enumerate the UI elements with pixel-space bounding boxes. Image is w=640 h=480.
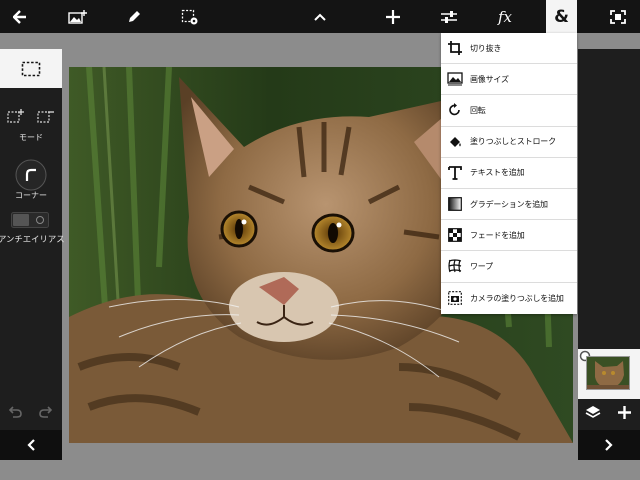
selection-settings-button[interactable]: [174, 0, 206, 33]
corner-button[interactable]: [15, 159, 47, 191]
marquee-tool-button[interactable]: [0, 49, 62, 88]
adjustments-button[interactable]: [433, 0, 465, 33]
mode-label: モード: [19, 133, 43, 142]
add-layer-button[interactable]: [614, 403, 634, 421]
rotate-icon: [447, 102, 463, 118]
menu-item-add-text[interactable]: テキストを追加: [441, 158, 577, 189]
menu-item-add-gradient[interactable]: グラデーションを追加: [441, 189, 577, 221]
menu-item-fill-stroke[interactable]: 塗りつぶしとストローク: [441, 127, 577, 158]
cat-thumbnail: [587, 357, 629, 389]
text-icon: [447, 165, 463, 181]
image-add-icon: [68, 9, 87, 24]
back-button[interactable]: [4, 0, 36, 33]
menu-item-label: グラデーションを追加: [470, 199, 548, 209]
fit-screen-button[interactable]: [602, 0, 634, 33]
menu-item-label: 塗りつぶしとストローク: [470, 137, 556, 147]
menu-item-camera-fill[interactable]: カメラの塗りつぶしを追加: [441, 283, 577, 314]
layers-icon: [585, 406, 601, 418]
menu-item-label: ワープ: [470, 261, 493, 271]
menu-item-label: 切り抜き: [470, 43, 502, 53]
antialias-toggle[interactable]: [11, 212, 49, 228]
right-layers-panel: [578, 49, 640, 460]
add-image-button[interactable]: [62, 0, 94, 33]
corner-icon: [15, 159, 47, 191]
arrow-left-icon: [13, 9, 26, 24]
more-tools-menu: 切り抜き 画像サイズ 回転 塗りつぶしとストローク テキストを追加 グラデーショ…: [441, 33, 577, 314]
left-tool-panel: モード コーナー アンチエイリアス: [0, 49, 65, 460]
chevron-up-icon: [314, 13, 326, 21]
fx-icon: fx: [497, 7, 512, 26]
menu-item-label: 画像サイズ: [470, 74, 509, 84]
selection-add-icon: [7, 109, 24, 123]
layers-button[interactable]: [583, 403, 603, 421]
image-size-icon: [447, 71, 463, 87]
menu-item-rotate[interactable]: 回転: [441, 95, 577, 127]
top-toolbar: fx &: [0, 0, 640, 33]
pencil-icon: [129, 10, 140, 22]
left-panel-collapse-button[interactable]: [0, 430, 62, 460]
menu-item-warp[interactable]: ワープ: [441, 251, 577, 283]
plus-icon: [617, 405, 631, 419]
fill-bucket-icon: [447, 134, 463, 150]
selection-subtract-icon: [37, 111, 54, 123]
fit-screen-icon: [610, 9, 626, 24]
undo-icon: [8, 406, 22, 418]
layer-thumbnail-row[interactable]: [578, 349, 640, 399]
gradient-icon: [447, 196, 463, 212]
corner-label: コーナー: [15, 191, 47, 200]
plus-icon: [386, 9, 400, 24]
chevron-right-icon: [605, 439, 613, 451]
menu-item-label: 回転: [470, 105, 486, 115]
layer-thumbnail[interactable]: [586, 356, 630, 390]
effects-button[interactable]: fx: [489, 0, 521, 33]
draw-button[interactable]: [118, 0, 150, 33]
menu-item-label: テキストを追加: [470, 168, 525, 178]
marquee-icon: [21, 61, 41, 76]
menu-item-label: カメラの塗りつぶしを追加: [470, 293, 564, 303]
toggle-switch-icon: [11, 212, 49, 228]
redo-icon: [39, 406, 53, 418]
undo-button[interactable]: [7, 405, 23, 419]
warp-icon: [447, 258, 463, 274]
subtract-selection-button[interactable]: [36, 107, 56, 125]
menu-item-label: フェードを追加: [470, 230, 525, 240]
add-selection-button[interactable]: [6, 107, 26, 125]
antialias-label: アンチエイリアス: [0, 234, 65, 244]
ampersand-icon: &: [554, 6, 569, 27]
fade-icon: [447, 227, 463, 243]
crop-icon: [447, 40, 463, 56]
camera-fill-icon: [447, 290, 463, 306]
collapse-button[interactable]: [304, 0, 336, 33]
add-button[interactable]: [377, 0, 409, 33]
menu-item-crop[interactable]: 切り抜き: [441, 33, 577, 65]
chevron-left-icon: [27, 439, 35, 451]
right-panel-collapse-button[interactable]: [578, 430, 640, 460]
redo-button[interactable]: [38, 405, 54, 419]
sliders-icon: [441, 10, 457, 23]
menu-item-image-size[interactable]: 画像サイズ: [441, 64, 577, 96]
menu-item-add-fade[interactable]: フェードを追加: [441, 220, 577, 252]
more-tools-button[interactable]: &: [546, 0, 577, 33]
selection-gear-icon: [181, 9, 198, 24]
